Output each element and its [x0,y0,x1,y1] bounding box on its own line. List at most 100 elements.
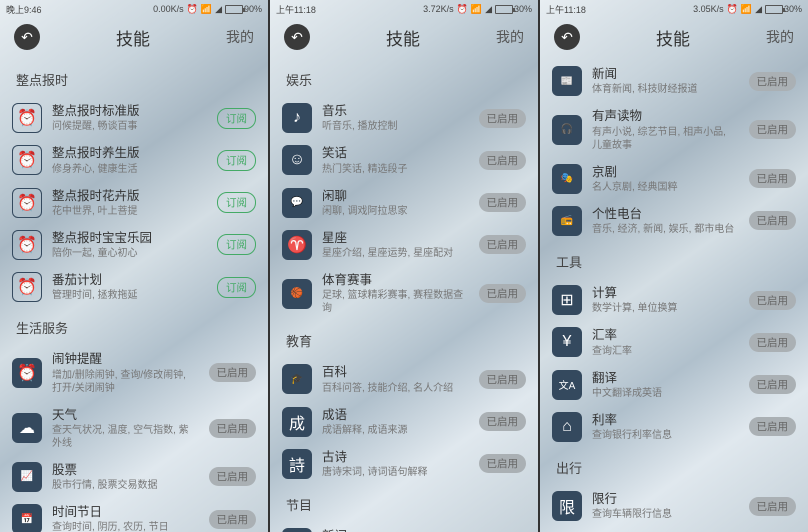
item-subtitle: 增加/删除闹钟, 查询/修改闹钟, 打开/关闭闹钟 [52,369,199,395]
item-title: 有声读物 [592,108,739,124]
item-title: 限行 [592,491,739,507]
battery-text: 90% [244,4,262,14]
news-icon: 📰 [552,66,582,96]
list-item[interactable]: ⏰整点报时标准版问候提醒, 畅谈百事订阅 [12,97,256,139]
enabled-badge: 已启用 [479,412,527,431]
subscribe-button[interactable]: 订阅 [217,108,256,129]
list-item[interactable]: 💬闲聊闲聊, 调戏阿拉思家已启用 [282,182,526,224]
list-item[interactable]: 📈股票股市行情, 股票交易数据已启用 [12,456,256,498]
item-text: 新闻体育新闻, 科技财经报道 [592,66,739,96]
calendar-icon: 📅 [12,504,42,532]
list-item[interactable]: 文A翻译中文翻译成英语已启用 [552,364,796,406]
list-item[interactable]: ⊞计算数学计算, 单位换算已启用 [552,279,796,321]
enabled-badge: 已启用 [749,72,797,91]
enabled-badge: 已启用 [749,169,797,188]
item-subtitle: 体育新闻, 科技财经报道 [592,83,739,96]
subscribe-button[interactable]: 订阅 [217,234,256,255]
screen-2: 上午11:183.05K/s⏰📶◢30%↶技能我的📰新闻体育新闻, 科技财经报道… [540,0,808,532]
item-title: 笑话 [322,145,469,161]
list-item[interactable]: ⏰整点报时养生版修身养心, 健康生活订阅 [12,139,256,181]
sports-icon: 🏀 [282,279,312,309]
stock-icon: 📈 [12,462,42,492]
list-item[interactable]: ☁天气查天气状况, 温度, 空气指数, 紫外线已启用 [12,401,256,456]
mine-link[interactable]: 我的 [226,27,254,47]
back-button[interactable]: ↶ [284,24,310,50]
list-item[interactable]: ⏰ 整点报时宝宝乐园陪你一起, 童心初心订阅 [12,224,256,266]
item-subtitle: 唐诗宋词, 诗词语句解释 [322,466,469,479]
idiom-icon: 成 [282,407,312,437]
battery-text: 30% [514,4,532,14]
list-item[interactable]: 🎓百科百科问答, 技能介绍, 名人介绍已启用 [282,358,526,400]
list-item[interactable]: 🎧有声读物有声小说, 综艺节目, 相声小品, 儿童故事已启用 [552,102,796,157]
item-title: 整点报时花卉版 [52,188,207,204]
list-item[interactable]: 🏀体育赛事足球, 篮球精彩赛事, 赛程数据查询已启用 [282,266,526,321]
signal-icon: ◢ [755,4,762,15]
smile-icon: ☺ [282,145,312,175]
item-text: 个性电台音乐, 经济, 新闻, 娱乐, 都市电台 [592,206,739,236]
enabled-badge: 已启用 [479,284,527,303]
battery-indicator: 90% [225,4,262,14]
subscribe-button[interactable]: 订阅 [217,192,256,213]
list-item[interactable]: 詩古诗唐诗宋词, 诗词语句解释已启用 [282,443,526,485]
item-subtitle: 成语解释, 成语来源 [322,424,469,437]
list-item[interactable]: ⏰闹钟提醒增加/删除闹钟, 查询/修改闹钟, 打开/关闭闹钟已启用 [12,345,256,400]
list-item[interactable]: 📅时间节日查询时间, 阴历, 农历, 节日已启用 [12,498,256,532]
signal-icon: ◢ [485,4,492,15]
section-title: 节目 [282,485,526,522]
translate-icon: 文A [552,370,582,400]
list-item[interactable]: ⏰番茄计划管理时间, 拯救拖延订阅 [12,266,256,308]
enabled-badge: 已启用 [209,467,257,486]
item-text: 古诗唐诗宋词, 诗词语句解释 [322,449,469,479]
list-item[interactable]: 🎭京剧名人京剧, 经典国粹已启用 [552,158,796,200]
list-item[interactable]: 油油价实时油价查询已启用 [552,527,796,532]
mine-link[interactable]: 我的 [496,27,524,47]
list-item[interactable]: 📰新闻实时油价查询已启用 [282,522,526,532]
alarm-indicator-icon: ⏰ [727,4,738,15]
clock-icon: ⏰ [12,103,42,133]
status-bar: 上午11:183.72K/s⏰📶◢30% [270,0,538,18]
subscribe-button[interactable]: 订阅 [217,277,256,298]
list-item[interactable]: ♪音乐听音乐, 播放控制已启用 [282,97,526,139]
list-item[interactable]: 限限行查询车辆限行信息已启用 [552,485,796,527]
back-button[interactable]: ↶ [14,24,40,50]
item-subtitle: 百科问答, 技能介绍, 名人介绍 [322,382,469,395]
item-text: 星座星座介绍, 星座运势, 星座配对 [322,230,469,260]
section-title: 生活服务 [12,308,256,345]
item-title: 体育赛事 [322,272,469,288]
list-item[interactable]: ⏰整点报时花卉版花中世界, 叶上菩提订阅 [12,182,256,224]
mine-link[interactable]: 我的 [766,27,794,47]
content[interactable]: 娱乐♪音乐听音乐, 播放控制已启用☺笑话热门笑话, 精选段子已启用💬闲聊闲聊, … [270,60,538,532]
list-item[interactable]: ¥汇率查询汇率已启用 [552,321,796,363]
item-text: 计算数学计算, 单位换算 [592,285,739,315]
item-subtitle: 修身养心, 健康生活 [52,163,207,176]
header: ↶ 技能 我的 [270,18,538,60]
enabled-badge: 已启用 [479,235,527,254]
status-bar: 晚上9:460.00K/s⏰📶◢90% [0,0,268,18]
alarm-icon: ⏰ [12,358,42,388]
list-item[interactable]: 成成语成语解释, 成语来源已启用 [282,401,526,443]
item-title: 闲聊 [322,188,469,204]
page-title: 技能 [386,25,420,50]
content[interactable]: 整点报时⏰整点报时标准版问候提醒, 畅谈百事订阅⏰整点报时养生版修身养心, 健康… [0,60,268,532]
item-text: 时间节日查询时间, 阴历, 农历, 节日 [52,504,199,532]
item-text: 有声读物有声小说, 综艺节目, 相声小品, 儿童故事 [592,108,739,151]
item-title: 京剧 [592,164,739,180]
clock-icon: ⏰ [12,230,42,260]
list-item[interactable]: 📰 新闻体育新闻, 科技财经报道已启用 [552,60,796,102]
back-button[interactable]: ↶ [554,24,580,50]
list-item[interactable]: ⌂利率查询银行利率信息已启用 [552,406,796,448]
item-title: 计算 [592,285,739,301]
item-subtitle: 问候提醒, 畅谈百事 [52,120,207,133]
item-text: 限行查询车辆限行信息 [592,491,739,521]
item-title: 整点报时宝宝乐园 [52,230,207,246]
list-item[interactable]: ♈星座星座介绍, 星座运势, 星座配对已启用 [282,224,526,266]
item-text: 汇率查询汇率 [592,327,739,357]
subscribe-button[interactable]: 订阅 [217,150,256,171]
audio-book-icon: 🎧 [552,115,582,145]
content[interactable]: 📰新闻体育新闻, 科技财经报道已启用🎧有声读物有声小说, 综艺节目, 相声小品,… [540,60,808,532]
item-text: 整点报时宝宝乐园陪你一起, 童心初心 [52,230,207,260]
item-title: 闹钟提醒 [52,351,199,367]
list-item[interactable]: 📻个性电台音乐, 经济, 新闻, 娱乐, 都市电台已启用 [552,200,796,242]
list-item[interactable]: ☺笑话热门笑话, 精选段子已启用 [282,139,526,181]
item-text: 京剧名人京剧, 经典国粹 [592,164,739,194]
